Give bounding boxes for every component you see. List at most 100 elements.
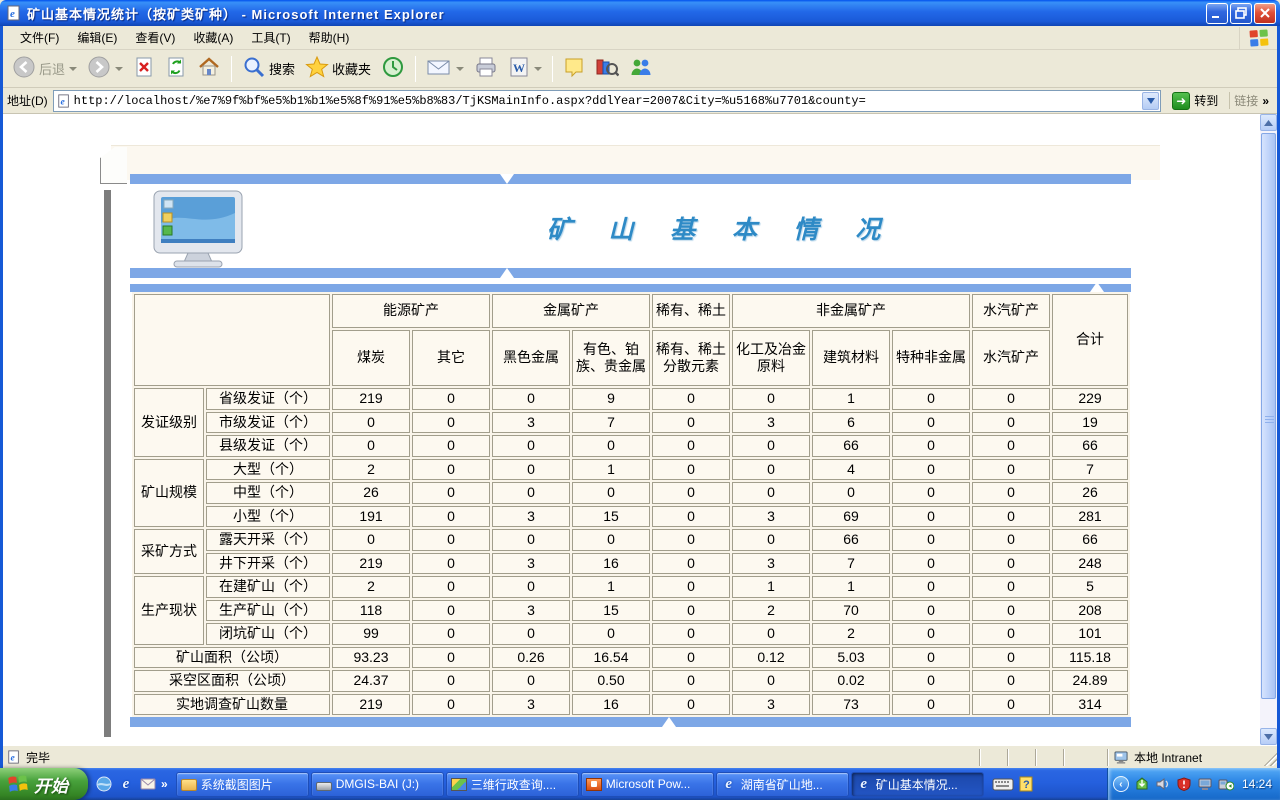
research-button[interactable] bbox=[590, 54, 624, 83]
zone-label: 本地 Intranet bbox=[1134, 749, 1202, 766]
table-cell: 101 bbox=[1052, 623, 1128, 645]
scroll-down-button[interactable] bbox=[1260, 728, 1277, 745]
forward-dropdown-icon[interactable] bbox=[115, 67, 123, 71]
forward-button[interactable] bbox=[82, 53, 128, 84]
menu-tools[interactable]: 工具(T) bbox=[242, 26, 299, 49]
history-button[interactable] bbox=[376, 53, 410, 84]
table-cell: 0 bbox=[812, 482, 890, 504]
table-row: 市级发证（个）00370360019 bbox=[134, 412, 1128, 434]
row-label: 省级发证（个） bbox=[206, 388, 330, 410]
table-cell: 0 bbox=[652, 600, 730, 622]
col-header: 化工及冶金原料 bbox=[732, 330, 810, 386]
mail-button[interactable] bbox=[421, 54, 469, 83]
col-header: 黑色金属 bbox=[492, 330, 570, 386]
vertical-scrollbar[interactable] bbox=[1260, 114, 1277, 745]
back-button[interactable]: 后退 bbox=[7, 53, 82, 84]
table-cell: 0 bbox=[732, 529, 810, 551]
table-cell: 0 bbox=[412, 600, 490, 622]
table-cell: 3 bbox=[492, 694, 570, 716]
favorites-button[interactable]: 收藏夹 bbox=[300, 53, 376, 84]
table-row: 中型（个）260000000026 bbox=[134, 482, 1128, 504]
menu-favorites[interactable]: 收藏(A) bbox=[184, 26, 242, 49]
discuss-button[interactable] bbox=[558, 54, 590, 83]
messenger-icon bbox=[629, 56, 653, 81]
table-cell: 0 bbox=[572, 482, 650, 504]
address-input[interactable] bbox=[74, 94, 1143, 108]
tray-security-shield-icon[interactable] bbox=[1176, 776, 1192, 792]
tray-volume-icon[interactable] bbox=[1155, 776, 1171, 792]
svg-text:e: e bbox=[11, 753, 16, 764]
table-cell: 0 bbox=[892, 647, 970, 669]
outlook-quicklaunch-icon[interactable] bbox=[139, 775, 157, 793]
table-cell: 0 bbox=[492, 459, 570, 481]
hide-tray-icons-chevron[interactable]: ‹ bbox=[1113, 776, 1129, 792]
menu-help[interactable]: 帮助(H) bbox=[300, 26, 359, 49]
toolbar-separator bbox=[231, 56, 232, 82]
table-cell: 0 bbox=[412, 506, 490, 528]
close-button[interactable] bbox=[1254, 3, 1276, 24]
table-cell: 66 bbox=[812, 529, 890, 551]
taskbar-task-button[interactable]: 三维行政查询.... bbox=[446, 772, 579, 797]
show-desktop-icon[interactable] bbox=[95, 775, 113, 793]
ie-icon bbox=[721, 776, 737, 792]
tray-display-icon[interactable] bbox=[1197, 776, 1213, 792]
go-button[interactable]: ➜ 转到 bbox=[1166, 91, 1224, 111]
taskbar-task-button[interactable]: 系统截图图片 bbox=[176, 772, 309, 797]
help-icon[interactable]: ? bbox=[1019, 776, 1034, 792]
ie-quicklaunch-icon[interactable] bbox=[117, 775, 135, 793]
menu-file[interactable]: 文件(F) bbox=[11, 26, 68, 49]
table-cell: 0 bbox=[972, 694, 1050, 716]
table-cell: 15 bbox=[572, 506, 650, 528]
tray-update-icon[interactable] bbox=[1134, 776, 1150, 792]
table-cell: 0 bbox=[892, 388, 970, 410]
taskbar-task-button[interactable]: 矿山基本情况... bbox=[851, 772, 984, 797]
table-cell: 9 bbox=[572, 388, 650, 410]
menu-edit[interactable]: 编辑(E) bbox=[68, 26, 126, 49]
taskbar-task-button[interactable]: DMGIS-BAI (J:) bbox=[311, 772, 444, 797]
home-button[interactable] bbox=[192, 53, 226, 84]
row-label: 市级发证（个） bbox=[206, 412, 330, 434]
mail-dropdown-icon[interactable] bbox=[456, 67, 464, 71]
table-cell: 3 bbox=[492, 506, 570, 528]
start-flag-icon bbox=[8, 774, 28, 794]
refresh-icon bbox=[165, 56, 187, 81]
word-dropdown-icon[interactable] bbox=[534, 67, 542, 71]
refresh-button[interactable] bbox=[160, 54, 192, 83]
col-header: 稀有、稀土分散元素 bbox=[652, 330, 730, 386]
table-cell: 24.89 bbox=[1052, 670, 1128, 692]
stop-button[interactable] bbox=[128, 54, 160, 83]
address-dropdown-button[interactable] bbox=[1142, 92, 1159, 110]
search-button[interactable]: 搜索 bbox=[237, 53, 300, 84]
start-button[interactable]: 开始 bbox=[0, 768, 88, 800]
favorites-star-icon bbox=[305, 55, 329, 82]
links-button[interactable]: 链接 » bbox=[1229, 92, 1273, 109]
ppt-icon bbox=[586, 778, 602, 791]
address-bar: 地址(D) e ➜ 转到 链接 » bbox=[3, 88, 1277, 114]
resize-grip[interactable] bbox=[1262, 749, 1277, 766]
print-button[interactable] bbox=[469, 54, 503, 83]
svg-text:W: W bbox=[513, 61, 525, 75]
menu-view[interactable]: 查看(V) bbox=[126, 26, 184, 49]
taskbar-task-button[interactable]: 湖南省矿山地... bbox=[716, 772, 849, 797]
scroll-up-button[interactable] bbox=[1260, 114, 1277, 131]
quicklaunch-overflow-chevron[interactable]: » bbox=[161, 777, 168, 791]
scrollbar-thumb[interactable] bbox=[1261, 133, 1276, 699]
table-bottom-bar bbox=[130, 717, 1131, 727]
back-dropdown-icon[interactable] bbox=[69, 67, 77, 71]
taskbar: 开始 » 系统截图图片DMGIS-BAI (J:)三维行政查询....Micro… bbox=[0, 768, 1280, 800]
restore-button[interactable] bbox=[1230, 3, 1252, 24]
edit-with-word-button[interactable]: W bbox=[503, 54, 547, 83]
keyboard-icon[interactable] bbox=[992, 777, 1014, 791]
taskbar-task-button[interactable]: Microsoft Pow... bbox=[581, 772, 714, 797]
minimize-button[interactable] bbox=[1206, 3, 1228, 24]
table-cell: 0 bbox=[652, 506, 730, 528]
table-cell: 0 bbox=[892, 459, 970, 481]
table-cell: 0 bbox=[652, 435, 730, 457]
task-label: 矿山基本情况... bbox=[876, 776, 958, 793]
tray-network-activity-icon[interactable] bbox=[1218, 776, 1234, 792]
messenger-button[interactable] bbox=[624, 54, 658, 83]
table-cell: 0 bbox=[892, 600, 970, 622]
table-cell: 0 bbox=[652, 647, 730, 669]
taskbar-clock[interactable]: 14:24 bbox=[1242, 777, 1272, 791]
table-cell: 1 bbox=[732, 576, 810, 598]
